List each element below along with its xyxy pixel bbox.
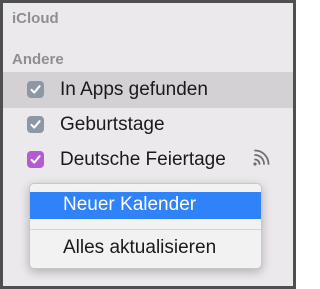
subscription-icon [253,149,270,166]
menu-separator [30,229,261,230]
calendar-sidebar: iCloud Andere In Apps gefunden Geburtsta… [0,0,296,289]
section-header-icloud: iCloud [12,10,59,27]
calendar-label: Deutsche Feiertage [60,149,226,170]
calendar-item-geburtstage[interactable]: Geburtstage [3,107,293,143]
checkbox-in-apps-gefunden[interactable] [27,81,44,98]
checkbox-geburtstage[interactable] [27,116,44,133]
menu-item-refresh-all[interactable]: Alles aktualisieren [30,235,261,262]
checkmark-icon [30,85,41,94]
checkbox-deutsche-feiertage[interactable] [27,151,44,168]
checkmark-icon [30,155,41,164]
calendar-item-deutsche-feiertage[interactable]: Deutsche Feiertage [3,142,293,178]
calendar-item-in-apps-gefunden[interactable]: In Apps gefunden [3,72,293,108]
calendar-label: Geburtstage [60,114,165,135]
section-header-other: Andere [12,51,64,68]
menu-item-new-calendar[interactable]: Neuer Kalender [30,192,261,219]
context-menu: Neuer Kalender Alles aktualisieren [29,183,262,269]
checkmark-icon [30,120,41,129]
calendar-label: In Apps gefunden [60,79,208,100]
